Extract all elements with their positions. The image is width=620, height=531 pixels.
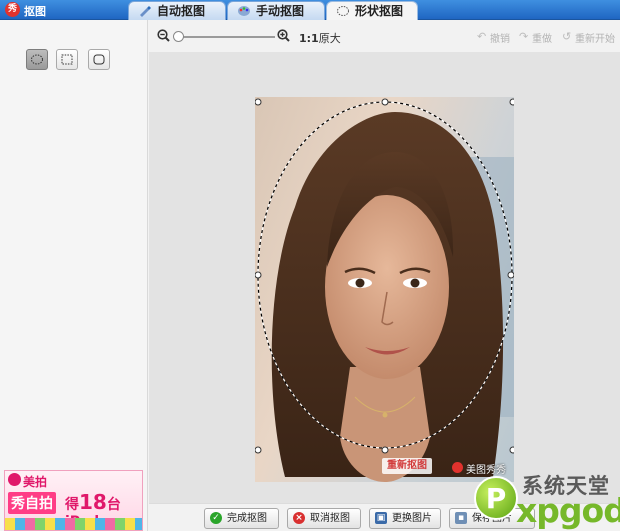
editing-canvas[interactable]: 重新抠图 美图秀秀: [149, 52, 620, 503]
brush-icon: [140, 6, 151, 17]
ad-decoration: [5, 518, 142, 530]
restart-icon: ↺: [562, 30, 572, 43]
cancel-cutout-button[interactable]: × 取消抠图: [287, 508, 361, 529]
ellipse-select-icon: [31, 54, 43, 65]
ad-logo-icon: [8, 473, 21, 486]
actual-size-button[interactable]: 1:1原大: [299, 30, 341, 46]
site-logo-en: xpgod: [516, 491, 620, 530]
finish-cutout-button[interactable]: ✓ 完成抠图: [204, 508, 279, 529]
rounded-rect-select-icon: [93, 54, 105, 65]
rect-select-button[interactable]: [56, 49, 78, 70]
rounded-rect-select-button[interactable]: [88, 49, 110, 70]
redo-icon: ↷: [519, 30, 529, 43]
redo-cutout-label[interactable]: 重新抠图: [382, 458, 432, 474]
photo-content: [255, 98, 514, 482]
palette-icon: [238, 6, 250, 16]
ad-headline: 秀自拍: [8, 492, 56, 514]
replace-image-button[interactable]: ▣ 更换图片: [369, 508, 441, 529]
ellipse-select-button[interactable]: [26, 49, 48, 70]
redo-label: 重做: [532, 34, 552, 45]
tab-auto-cutout[interactable]: 自动抠图: [128, 1, 226, 20]
zoom-in-icon[interactable]: [277, 29, 290, 42]
ratio-label: 原大: [318, 32, 341, 45]
site-logo: P 系统天堂 xpgod: [472, 465, 620, 531]
site-logo-icon: P: [474, 476, 518, 520]
undo-icon: ↶: [477, 30, 487, 43]
check-icon: ✓: [210, 512, 222, 524]
app-logo: 秀: [5, 2, 20, 17]
finish-label: 完成抠图: [227, 513, 267, 524]
redo-button[interactable]: ↷ 重做: [519, 30, 552, 45]
app-title: 抠图: [24, 5, 46, 18]
ad-banner[interactable]: 美拍 秀自拍 得18台iPad: [4, 470, 143, 531]
replace-label: 更换图片: [392, 513, 432, 524]
tab-manual-cutout[interactable]: 手动抠图: [227, 1, 325, 20]
tab-label: 手动抠图: [256, 4, 305, 18]
shape-select-icon: [337, 6, 349, 16]
zoom-slider-thumb[interactable]: [173, 31, 184, 42]
ratio-value: 1:1: [299, 32, 319, 45]
zoom-out-icon[interactable]: [157, 29, 170, 42]
restart-label: 重新开始: [575, 34, 615, 45]
ad-brand: 美拍: [23, 475, 48, 489]
undo-button[interactable]: ↶ 撤销: [477, 30, 510, 45]
left-panel: 美拍 秀自拍 得18台iPad: [0, 20, 148, 531]
undo-label: 撤销: [490, 34, 510, 45]
ad-prize-num: 18: [79, 490, 107, 514]
rect-select-icon: [61, 54, 73, 65]
restart-button[interactable]: ↺ 重新开始: [562, 30, 615, 45]
watermark-logo-icon: [452, 462, 463, 473]
save-icon: ▪: [455, 512, 467, 524]
canvas-toolbar: 1:1原大 ↶ 撤销 ↷ 重做 ↺ 重新开始: [149, 20, 620, 52]
photo: 重新抠图 美图秀秀: [255, 97, 514, 482]
tab-label: 形状抠图: [355, 4, 404, 18]
cancel-label: 取消抠图: [310, 513, 350, 524]
tab-label: 自动抠图: [157, 4, 206, 18]
ad-prize-pre: 得: [65, 497, 79, 513]
title-bar: 秀 抠图 自动抠图 手动抠图 形状抠图: [0, 0, 620, 21]
cancel-icon: ×: [293, 512, 305, 524]
zoom-slider-track[interactable]: [177, 36, 275, 38]
tab-shape-cutout[interactable]: 形状抠图: [326, 1, 418, 21]
image-icon: ▣: [375, 512, 387, 524]
